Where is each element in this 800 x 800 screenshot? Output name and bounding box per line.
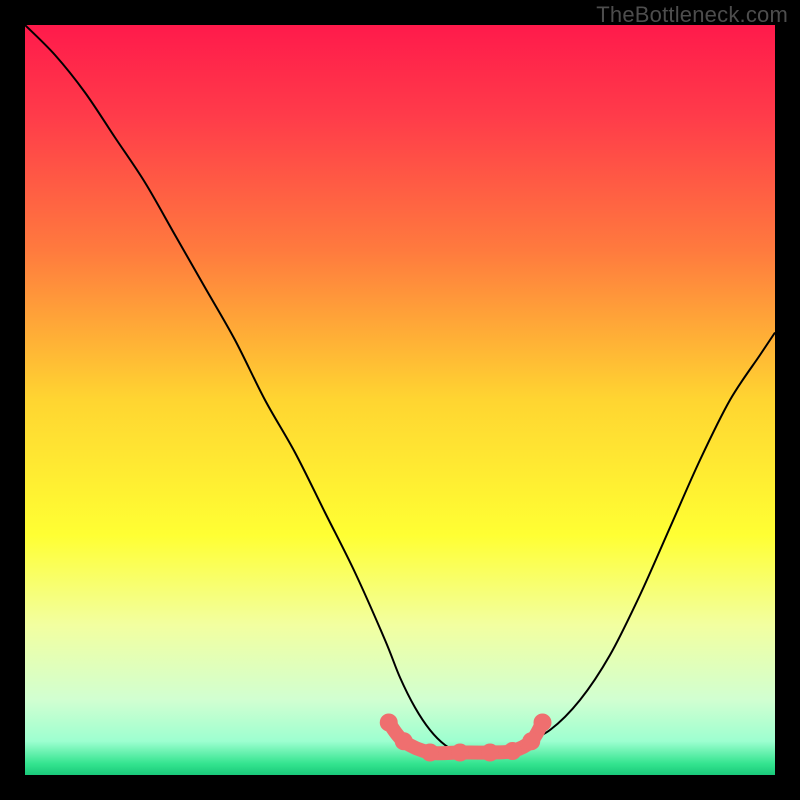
optimal-region-marker <box>504 742 522 760</box>
optimal-region-marker <box>522 732 540 750</box>
chart-background <box>25 25 775 775</box>
optimal-region-marker <box>421 744 439 762</box>
optimal-region-marker <box>380 714 398 732</box>
chart-svg <box>25 25 775 775</box>
optimal-region-marker <box>451 744 469 762</box>
optimal-region-marker <box>534 714 552 732</box>
optimal-region-marker <box>481 744 499 762</box>
chart-frame: TheBottleneck.com <box>0 0 800 800</box>
optimal-region-marker <box>395 732 413 750</box>
chart-plot-area <box>25 25 775 775</box>
